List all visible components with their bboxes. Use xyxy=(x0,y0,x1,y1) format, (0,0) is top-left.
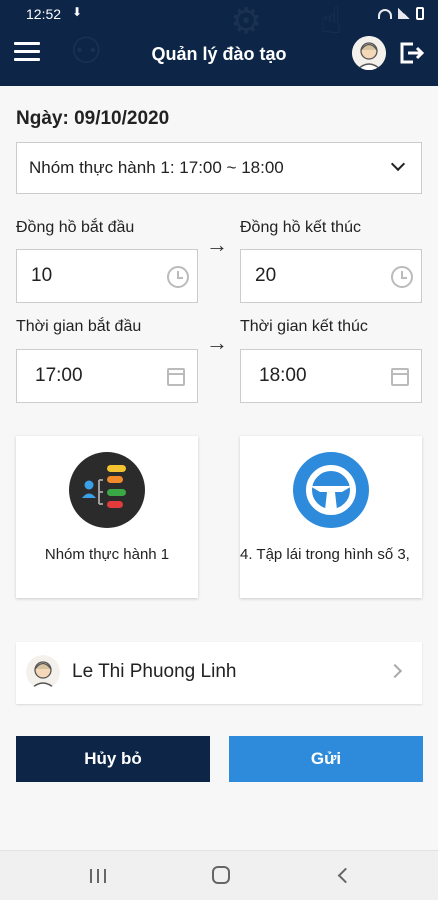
chevron-down-icon xyxy=(390,156,406,172)
signal-icon xyxy=(398,8,410,19)
clock-end-input[interactable]: 20 xyxy=(240,249,422,303)
wifi-icon xyxy=(378,8,392,19)
main-content: Ngày: 09/10/2020 Nhóm thực hành 1: 17:00… xyxy=(0,86,438,850)
time-start-label: Thời gian bắt đầu xyxy=(16,318,142,335)
date-label: Ngày: 09/10/2020 xyxy=(16,108,170,129)
battery-icon xyxy=(416,7,424,20)
clock-start-value: 10 xyxy=(31,265,53,286)
back-icon[interactable] xyxy=(337,867,354,884)
lesson-card-caption: 4. Tập lái trong hình số 3, xyxy=(240,546,410,563)
logout-icon[interactable] xyxy=(398,40,425,66)
app-header: ⚇ ⚙ ☝ 12:52 ⬇ Quản lý đào tạo xyxy=(0,0,438,86)
clock-start-label: Đồng hồ bắt đầu xyxy=(16,219,135,236)
clock-start-input[interactable]: 10 xyxy=(16,249,198,303)
chevron-right-icon xyxy=(387,663,403,679)
group-select-value: Nhóm thực hành 1: 17:00 ~ 18:00 xyxy=(29,158,284,177)
cancel-button[interactable]: Hủy bỏ xyxy=(16,736,210,782)
time-end-value: 18:00 xyxy=(259,365,307,386)
student-name: Le Thi Phuong Linh xyxy=(72,661,237,682)
arrow-right-icon: → xyxy=(206,232,228,257)
time-end-input[interactable]: 18:00 xyxy=(240,349,422,403)
time-end-label: Thời gian kết thúc xyxy=(240,318,368,335)
student-row[interactable]: Le Thi Phuong Linh xyxy=(16,642,422,704)
status-time: 12:52 xyxy=(26,6,62,22)
recent-apps-icon[interactable] xyxy=(90,869,106,883)
time-start-input[interactable]: 17:00 xyxy=(16,349,198,403)
group-card-caption: Nhóm thực hành 1 xyxy=(44,546,170,563)
lesson-card[interactable]: 4. Tập lái trong hình số 3, xyxy=(240,436,422,598)
time-start-value: 17:00 xyxy=(35,365,83,386)
avatar xyxy=(26,655,60,689)
status-bar: 12:52 ⬇ xyxy=(0,0,438,30)
home-icon[interactable] xyxy=(212,866,230,884)
calendar-icon xyxy=(167,368,185,386)
calendar-icon xyxy=(391,368,409,386)
send-button[interactable]: Gửi xyxy=(229,736,423,782)
clock-icon xyxy=(391,266,413,288)
clock-icon xyxy=(167,266,189,288)
arrow-right-icon: → xyxy=(206,330,228,355)
group-card[interactable]: Nhóm thực hành 1 xyxy=(16,436,198,598)
clock-end-label: Đồng hồ kết thúc xyxy=(240,219,361,236)
download-icon: ⬇ xyxy=(72,5,83,19)
group-tree-icon xyxy=(69,452,145,528)
clock-end-value: 20 xyxy=(255,265,277,286)
group-select[interactable]: Nhóm thực hành 1: 17:00 ~ 18:00 xyxy=(16,142,422,194)
steering-wheel-icon xyxy=(293,452,369,528)
system-nav-bar xyxy=(0,850,438,900)
avatar[interactable] xyxy=(352,36,386,70)
